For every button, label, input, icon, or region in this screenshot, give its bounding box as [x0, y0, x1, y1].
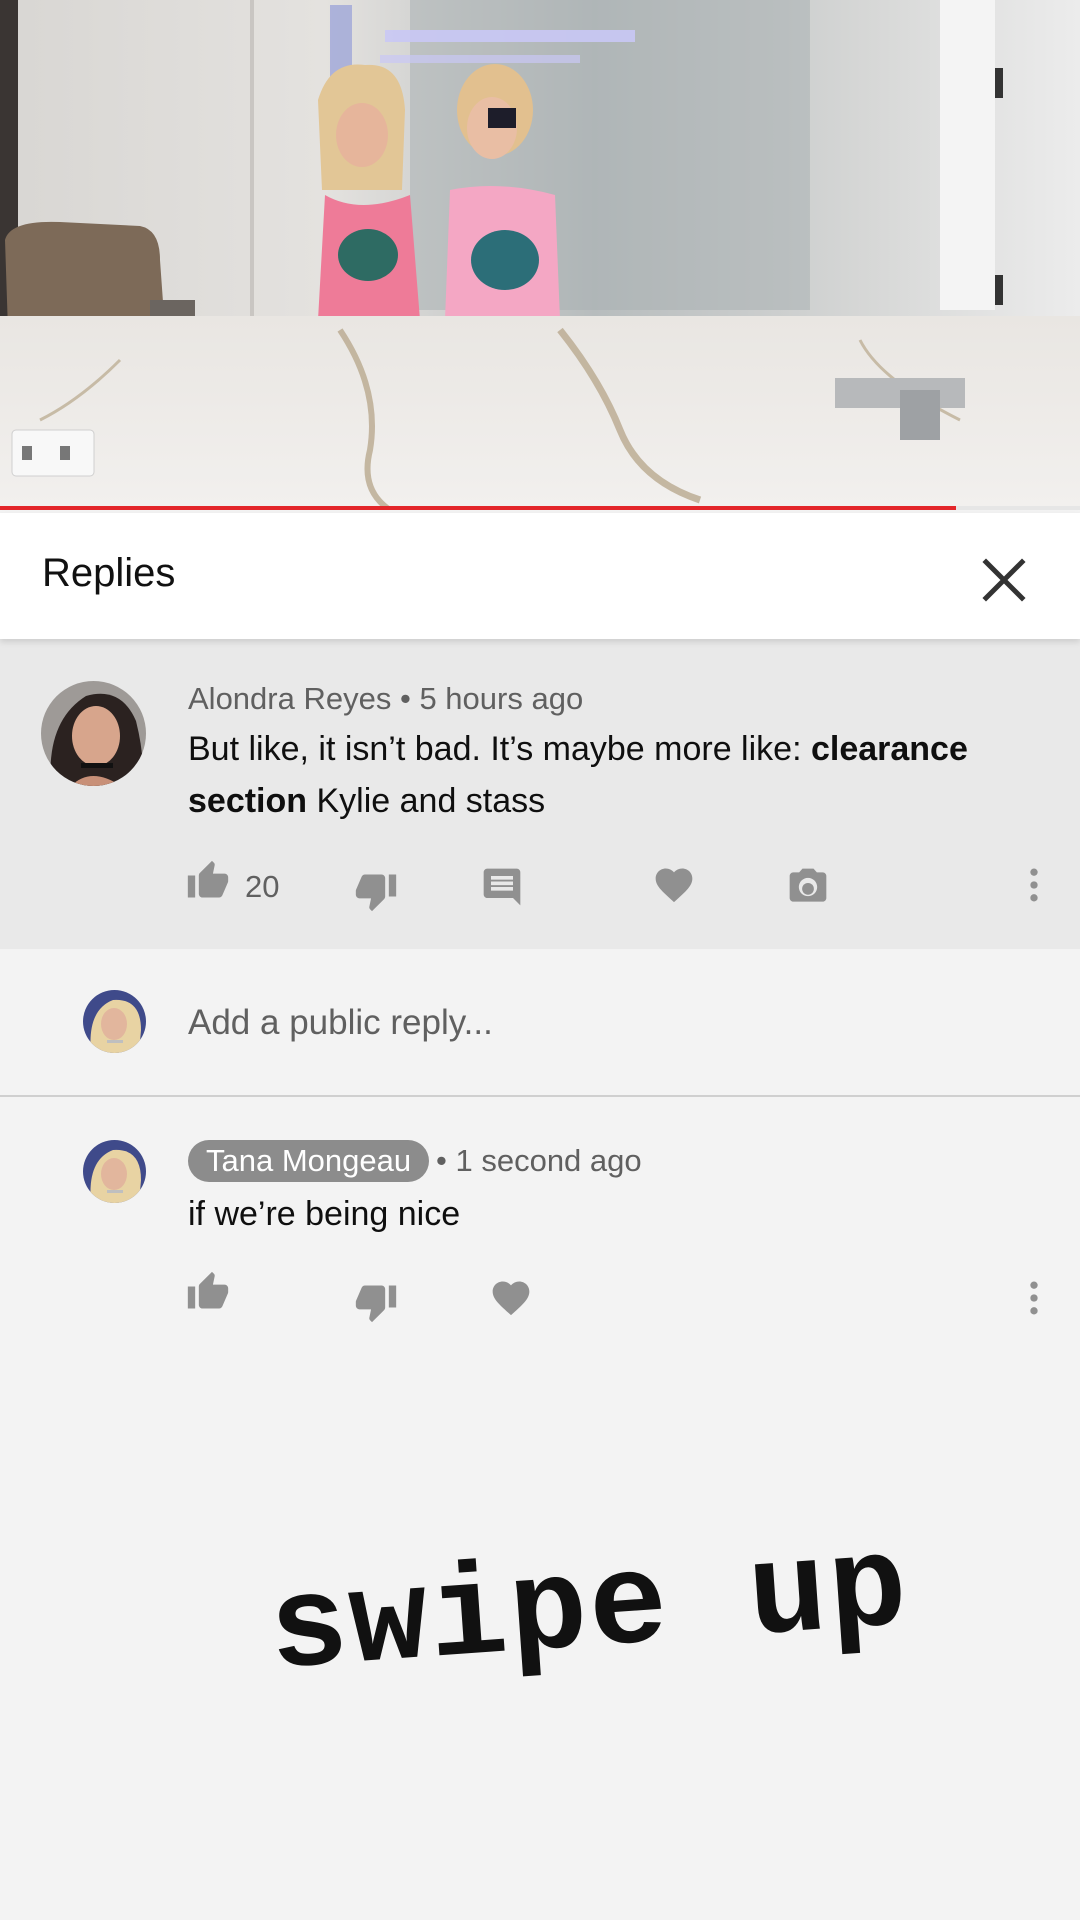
meta-separator: • [399, 681, 411, 716]
dislike-button[interactable] [354, 1280, 398, 1324]
reply-input-row [0, 949, 1080, 1096]
heart-icon [492, 1281, 530, 1316]
swipe-up-overlay-text: swipe up [264, 1515, 914, 1707]
comment-text: But like, it isn’t bad. It’s maybe more … [188, 723, 1028, 827]
replies-header: Replies [0, 513, 1080, 639]
more-vert-icon [1030, 1281, 1038, 1315]
dislike-button[interactable] [354, 869, 398, 913]
camera-button[interactable] [786, 865, 830, 909]
thumbs-down-icon [355, 874, 397, 912]
comment-author[interactable]: Alondra Reyes [188, 681, 391, 716]
thumbs-up-icon [187, 1271, 229, 1309]
reply-text: if we’re being nice [188, 1195, 461, 1233]
heart-button[interactable] [489, 1276, 533, 1320]
avatar[interactable] [83, 1140, 146, 1203]
reply-author-chip[interactable]: Tana Mongeau [188, 1140, 430, 1182]
more-options-button[interactable] [1012, 863, 1056, 907]
heart-icon [655, 868, 693, 903]
like-button[interactable] [186, 859, 230, 903]
video-player[interactable] [0, 0, 1080, 510]
avatar[interactable] [41, 681, 146, 786]
comment-text-part1: But like, it isn’t bad. It’s maybe more … [188, 730, 811, 768]
parent-comment: Alondra Reyes • 5 hours ago But like, it… [0, 639, 1080, 949]
meta-separator: • [436, 1143, 447, 1178]
more-vert-icon [1030, 868, 1038, 902]
progress-bar[interactable] [0, 506, 1080, 510]
thumbs-down-icon [355, 1285, 397, 1323]
reply-time: 1 second ago [455, 1143, 642, 1178]
reply-button[interactable] [480, 865, 524, 909]
like-button[interactable] [186, 1270, 230, 1314]
progress-bar-played [0, 506, 956, 510]
close-icon [982, 558, 1026, 602]
like-count: 20 [245, 869, 280, 904]
avatar [83, 990, 146, 1053]
heart-button[interactable] [652, 863, 696, 907]
comment-meta: Alondra Reyes • 5 hours ago [188, 681, 583, 717]
reply-meta: • 1 second ago [436, 1143, 642, 1179]
page-title: Replies [42, 551, 176, 595]
comment-time: 5 hours ago [419, 681, 584, 716]
divider [0, 1095, 1080, 1097]
more-options-button[interactable] [1012, 1276, 1056, 1320]
comment-text-part2: Kylie and stass [307, 782, 546, 820]
camera-icon [789, 868, 827, 902]
reply-icon [483, 868, 521, 906]
reply-input[interactable]: Add a public reply... [188, 1003, 493, 1043]
close-button[interactable] [972, 548, 1036, 612]
video-frame-image [0, 0, 1080, 510]
thumbs-up-icon [187, 860, 229, 898]
